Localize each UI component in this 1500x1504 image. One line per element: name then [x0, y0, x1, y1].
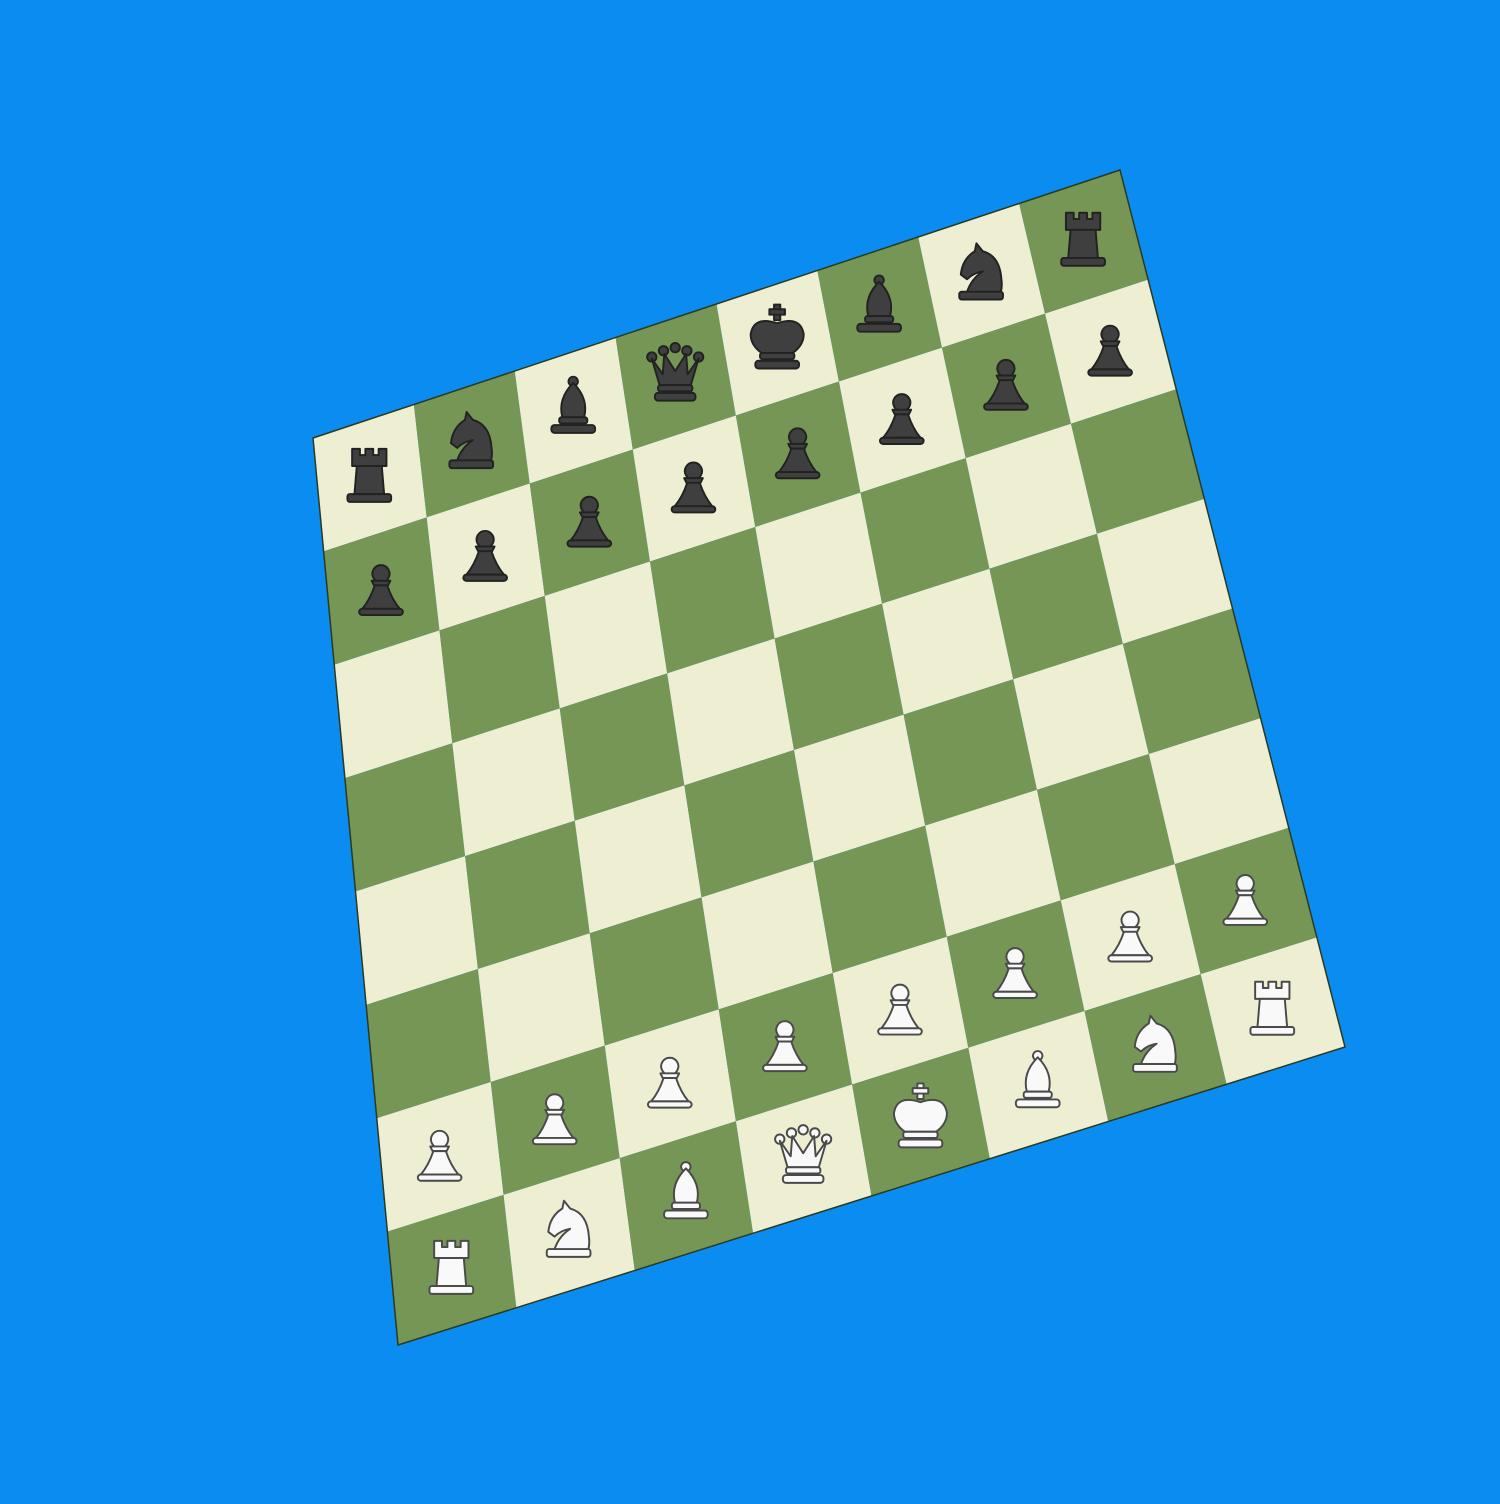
game-scene: [0, 0, 1500, 1500]
chess-board: [312, 169, 1346, 1346]
